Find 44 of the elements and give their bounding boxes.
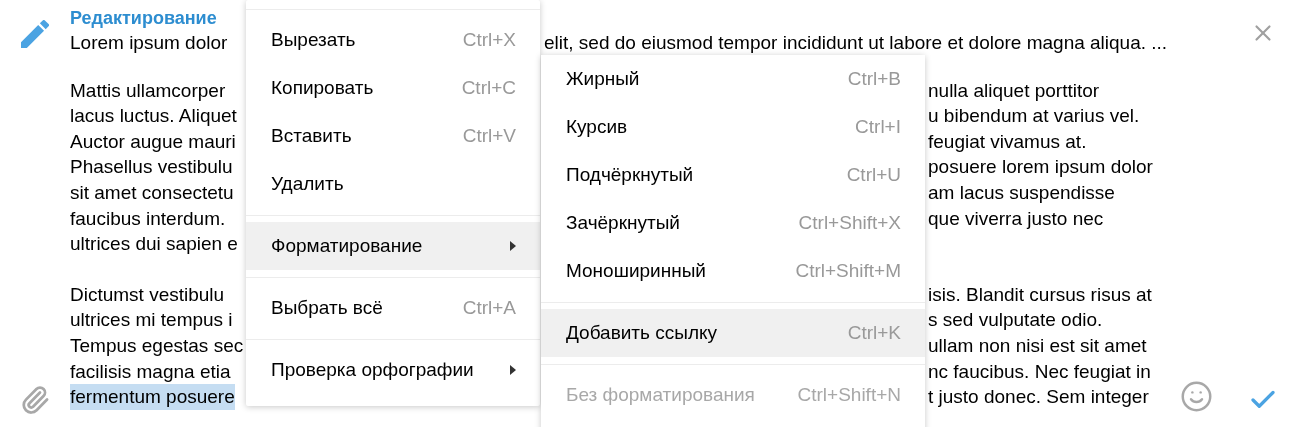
quoted-text: Lorem ipsum dolor (70, 31, 228, 55)
selected-text: fermentum posuere (70, 384, 235, 410)
message-text: isis. Blandit cursus risus at (928, 282, 1152, 307)
menu-item[interactable]: Копировать Ctrl+C (246, 64, 540, 112)
message-text: u bibendum at varius vel. (928, 104, 1140, 129)
menu-item[interactable]: Добавить ссылку Ctrl+K (541, 309, 925, 357)
menu-item[interactable]: Проверка орфографии (246, 346, 540, 394)
message-text: ultrices dui sapien e (70, 232, 238, 257)
emoji-button[interactable] (1180, 380, 1213, 413)
message-text: ullam non nisi est sit amet (928, 333, 1147, 358)
message-text: facilisis magna etia (70, 359, 231, 384)
quoted-text: elit, sed do eiusmod tempor incididunt ut labore et dolore magna aliqua. ... (544, 31, 1168, 55)
message-text: s sed vulputate odio. (928, 308, 1103, 333)
pencil-icon (21, 20, 49, 48)
message-text: faucibus interdum. (70, 206, 226, 231)
attach-button[interactable] (20, 385, 50, 415)
message-text: Tempus egestas sec (70, 333, 244, 358)
menu-item[interactable]: Выбрать всё Ctrl+A (246, 284, 540, 332)
menu-item[interactable]: Форматирование (246, 222, 540, 270)
message-text: Auctor augue mauri (70, 129, 236, 154)
message-text: nulla aliquet porttitor (928, 78, 1100, 103)
menu-item[interactable]: Жирный Ctrl+B (541, 55, 925, 103)
submenu-arrow-icon (510, 365, 516, 375)
message-text: que viverra justo nec (928, 206, 1104, 231)
menu-item[interactable]: Вставить Ctrl+V (246, 112, 540, 160)
message-text: feugiat vivamus at. (928, 129, 1087, 154)
message-text: Mattis ullamcorper (70, 78, 226, 103)
message-text: Dictumst vestibulu (70, 282, 225, 307)
message-text: am lacus suspendisse (928, 180, 1115, 205)
menu-item[interactable]: Вырезать Ctrl+X (246, 16, 540, 64)
message-text: nc faucibus. Nec feugiat in (928, 359, 1151, 384)
menu-item[interactable]: Удалить (246, 160, 540, 208)
menu-item[interactable]: Зачёркнутый Ctrl+Shift+X (541, 199, 925, 247)
message-text: Phasellus vestibulu (70, 155, 233, 180)
menu-item[interactable]: Курсив Ctrl+I (541, 103, 925, 151)
message-text: ultrices mi tempus i (70, 308, 233, 333)
message-text: posuere lorem ipsum dolor (928, 155, 1153, 180)
edit-title: Редактирование (70, 7, 218, 30)
menu-item[interactable]: Подчёркнутый Ctrl+U (541, 151, 925, 199)
message-text: sit amet consectetu (70, 180, 234, 205)
submenu-arrow-icon (510, 241, 516, 251)
message-text: lacus luctus. Aliquet (70, 104, 237, 129)
menu-item[interactable]: Моноширинный Ctrl+Shift+M (541, 247, 925, 295)
message-text: t justo donec. Sem integer (928, 385, 1149, 410)
